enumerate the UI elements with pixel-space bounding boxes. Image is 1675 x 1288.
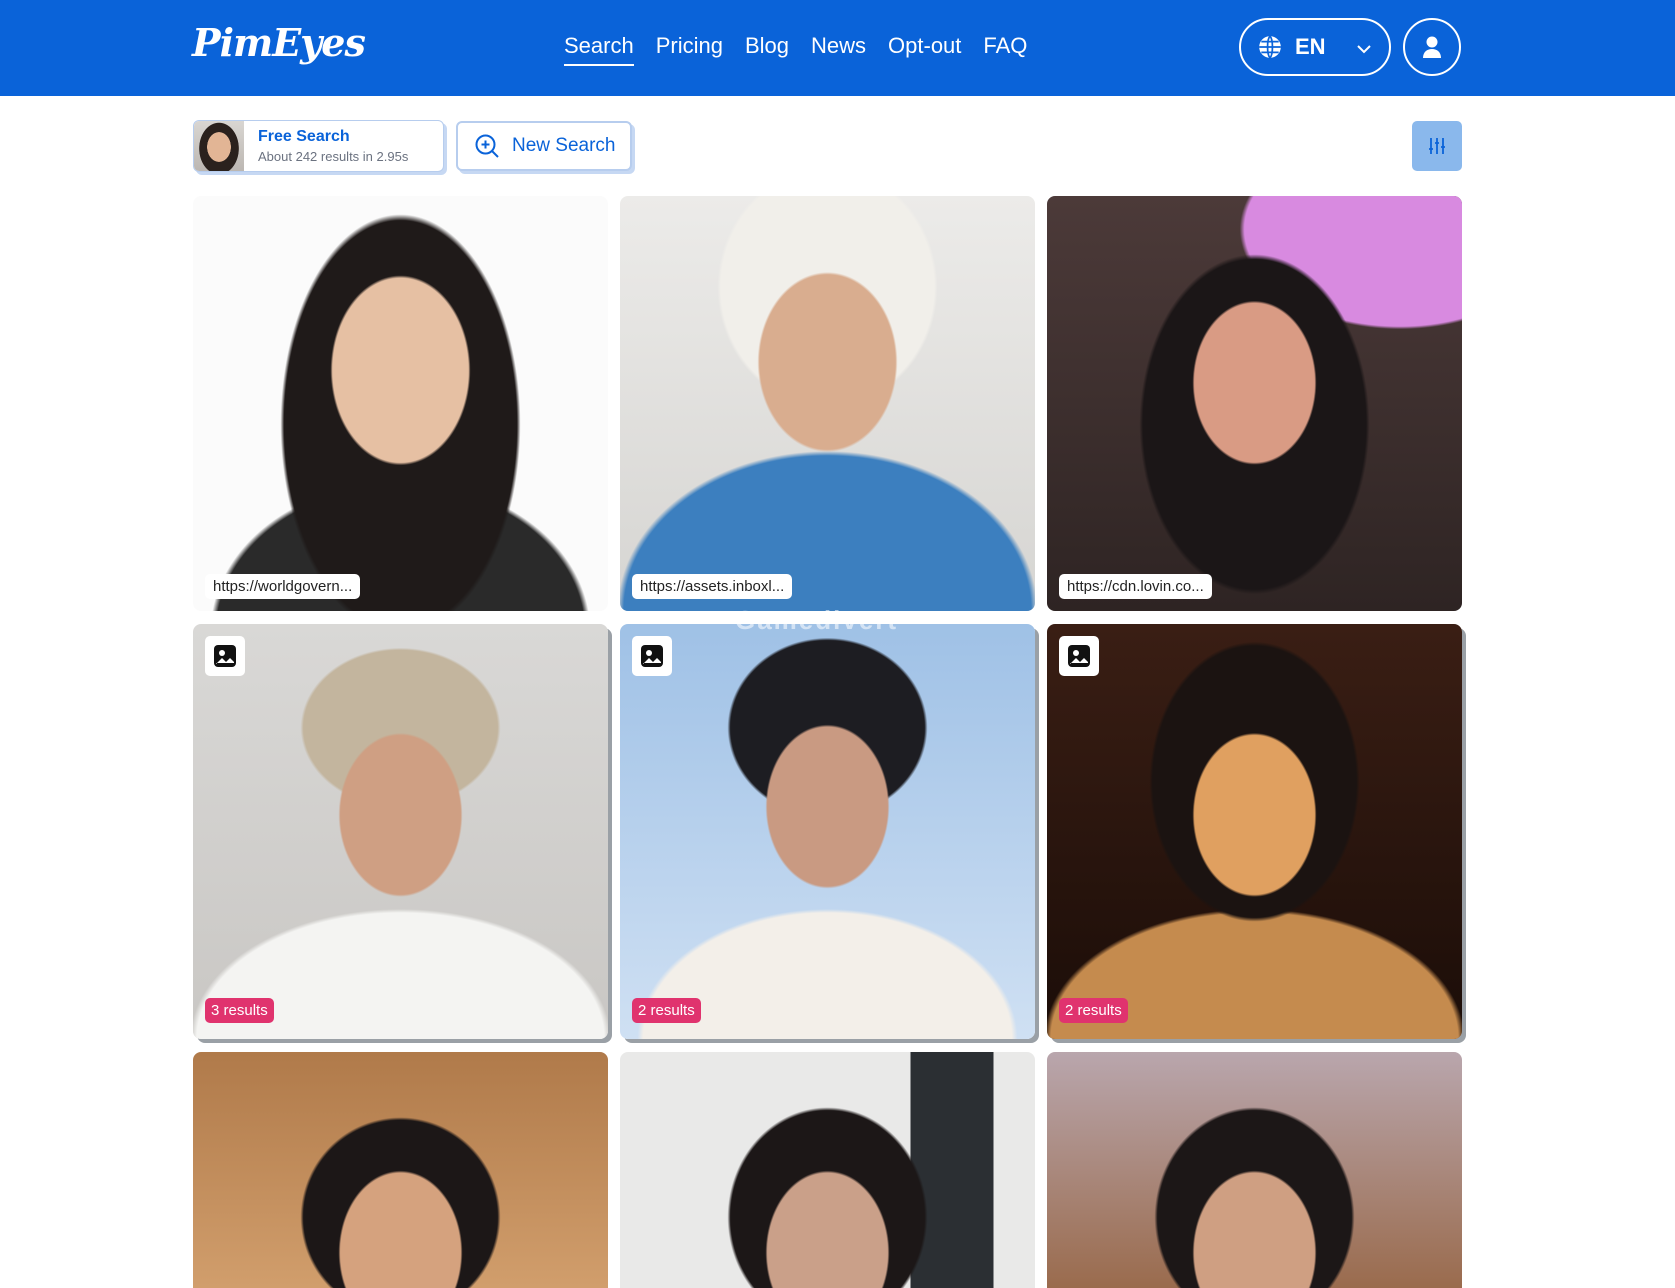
result-card[interactable] xyxy=(620,1052,1035,1288)
filter-button[interactable] xyxy=(1412,121,1462,171)
result-face-image xyxy=(1047,1052,1462,1288)
nav-faq[interactable]: FAQ xyxy=(972,30,1038,66)
free-search-title: Free Search xyxy=(258,128,350,145)
result-face-image xyxy=(193,196,608,611)
pimeyes-logo[interactable]: PimEyes xyxy=(192,20,366,65)
result-card[interactable]: https://cdn.lovin.co... xyxy=(1047,196,1462,611)
result-card[interactable] xyxy=(193,1052,608,1288)
result-face-image xyxy=(620,196,1035,611)
result-card[interactable]: https://assets.inboxl... xyxy=(620,196,1035,611)
result-card[interactable] xyxy=(1047,1052,1462,1288)
result-count-badge: 2 results xyxy=(632,998,701,1023)
globe-icon xyxy=(1259,35,1281,59)
main-nav: Search Pricing Blog News Opt-out FAQ xyxy=(553,30,1038,66)
free-search-summary[interactable]: Free Search About 242 results in 2.95s xyxy=(193,120,444,172)
result-face-image xyxy=(620,624,1035,1039)
result-face-image xyxy=(1047,196,1462,611)
image-icon xyxy=(1059,636,1099,676)
account-button[interactable] xyxy=(1403,18,1461,76)
nav-news[interactable]: News xyxy=(800,30,877,66)
result-url: https://cdn.lovin.co... xyxy=(1059,574,1212,599)
top-header: PimEyes Search Pricing Blog News Opt-out… xyxy=(0,0,1675,96)
free-search-text: Free Search About 242 results in 2.95s xyxy=(258,128,408,164)
language-label: EN xyxy=(1295,34,1326,59)
watermark-text: Gamedivert xyxy=(735,605,899,635)
image-icon xyxy=(205,636,245,676)
result-card[interactable]: https://worldgovern... xyxy=(193,196,608,611)
query-face-thumbnail xyxy=(194,121,244,171)
new-search-button[interactable]: New Search xyxy=(456,121,632,171)
result-face-image xyxy=(193,624,608,1039)
nav-pricing[interactable]: Pricing xyxy=(645,30,734,66)
result-face-image xyxy=(193,1052,608,1288)
result-url: https://assets.inboxl... xyxy=(632,574,793,599)
result-count-badge: 3 results xyxy=(205,998,274,1023)
nav-blog[interactable]: Blog xyxy=(734,30,800,66)
image-icon xyxy=(632,636,672,676)
chevron-down-icon xyxy=(1357,45,1371,54)
nav-search[interactable]: Search xyxy=(553,30,645,66)
result-face-image xyxy=(620,1052,1035,1288)
nav-opt-out[interactable]: Opt-out xyxy=(877,30,972,66)
result-group-card[interactable]: 3 results xyxy=(193,624,608,1039)
result-count-badge: 2 results xyxy=(1059,998,1128,1023)
new-search-label: New Search xyxy=(512,135,616,156)
result-group-card[interactable]: 2 results xyxy=(1047,624,1462,1039)
language-select[interactable]: EN xyxy=(1239,18,1391,76)
result-group-card[interactable]: 2 results xyxy=(620,624,1035,1039)
user-icon xyxy=(1423,36,1441,58)
search-plus-icon xyxy=(475,134,499,158)
result-face-image xyxy=(1047,624,1462,1039)
results-summary: About 242 results in 2.95s xyxy=(258,149,409,164)
result-url: https://worldgovern... xyxy=(205,574,361,599)
sliders-icon xyxy=(1429,138,1445,154)
